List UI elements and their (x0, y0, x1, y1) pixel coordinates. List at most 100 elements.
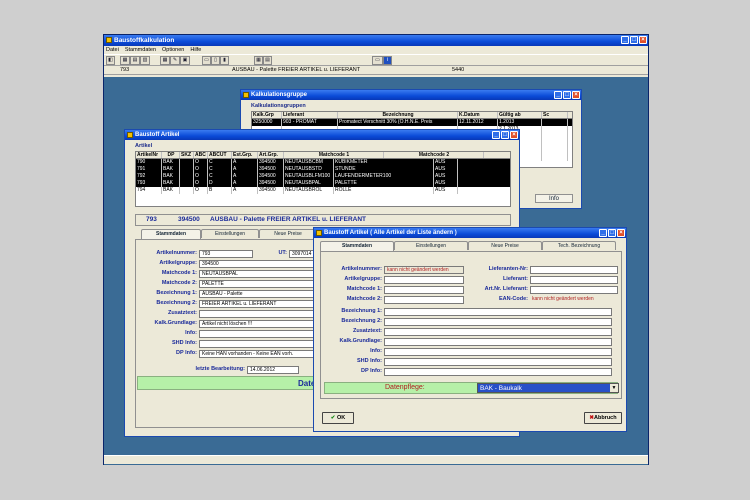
minimize-button[interactable]: _ (621, 36, 629, 44)
kalk-col-grp[interactable]: Kalk.Grp (252, 112, 282, 118)
dialog-field[interactable]: kann nicht geändert werden (384, 266, 464, 274)
table-cell: ROLLE (334, 187, 434, 194)
artikel-tab-neue-preise[interactable]: Neue Preise (259, 229, 317, 238)
toolbar-doc-icon[interactable]: ▯ (211, 56, 220, 65)
dialog-field[interactable] (384, 348, 612, 356)
toolbar-help-icon[interactable]: i (383, 56, 392, 65)
kalk-col-lieferant[interactable]: Lieferant (282, 112, 338, 118)
cancel-button[interactable]: ✖Abbruch (584, 412, 622, 424)
close-button[interactable]: × (639, 36, 647, 44)
table-cell (180, 166, 194, 173)
dialog-field[interactable] (384, 338, 612, 346)
dialog-right-field[interactable] (530, 266, 618, 274)
matchcode1-field[interactable]: NEUTAUSBPAL (199, 270, 315, 278)
cancel-label: Abbruch (593, 415, 617, 421)
kalk-minimize-button[interactable]: _ (554, 91, 562, 99)
dialog-right-field[interactable] (530, 276, 618, 284)
toolbar-list-icon[interactable]: ▤ (130, 56, 140, 65)
dialog-field[interactable] (384, 328, 612, 336)
toolbar-table-icon[interactable]: ▥ (140, 56, 150, 65)
toolbar-edit-icon[interactable]: ✎ (170, 56, 180, 65)
shd_info-field[interactable] (199, 340, 315, 348)
dialog-title-bar[interactable]: Baustoff Artikel ( Alle Artikel der List… (314, 228, 626, 238)
dialog-close-button[interactable]: × (617, 229, 625, 237)
dialog-right-field[interactable]: kann nicht geändert werden (530, 296, 618, 304)
dialog-field[interactable] (384, 286, 464, 294)
artikel-col-artgrp[interactable]: Art.Grp. (258, 152, 284, 158)
table-cell: 1.2013 (498, 119, 542, 126)
artikel-title-bar[interactable]: Baustoff Artikel _ □ × (125, 130, 519, 140)
dialog-tab-einstellungen[interactable]: Einstellungen (394, 241, 468, 250)
ok-button[interactable]: ✔ OK (322, 412, 354, 424)
table-cell: 792 (136, 173, 162, 180)
dialog-tab-stammdaten[interactable]: Stammdaten (320, 241, 394, 251)
menu-datei[interactable]: Datei (106, 46, 119, 54)
artikel-maximize-button[interactable]: □ (501, 131, 509, 139)
dialog-field[interactable] (384, 358, 612, 366)
kalk-col-gueltig[interactable]: Gültig ab (498, 112, 542, 118)
kalk-tab-info[interactable]: Info (535, 194, 573, 203)
dp_info-field[interactable]: Keine HAN vorhanden - Keine EAN vorh. (199, 350, 315, 358)
artikel-tab-einstellungen[interactable]: Einstellungen (201, 229, 259, 238)
bezeichnung2-field[interactable]: FREIER ARTIKEL u. LIEFERANT (199, 300, 315, 308)
toolbar-print-icon[interactable]: ▭ (372, 56, 383, 65)
dialog-field[interactable] (384, 308, 612, 316)
datenpflege-select[interactable]: BAK - Baukalk ▼ (477, 383, 619, 393)
bezeichnung1-field[interactable]: AUSBAU - Palette (199, 290, 315, 298)
main-title-bar[interactable]: Baustoffkalkulation _ □ × (104, 35, 648, 46)
artikel-grid[interactable]: ArtikelNr DP SKZ ABC ABCUT Est.Grp. Art.… (135, 151, 511, 207)
kalk-col-datum[interactable]: K.Datum (458, 112, 498, 118)
dialog-field[interactable] (384, 318, 612, 326)
artikel-col-matchcode1[interactable]: Matchcode 1 (284, 152, 384, 158)
artikel-col-estgrp[interactable]: Est.Grp. (232, 152, 258, 158)
toolbar-exit-icon[interactable]: ◧ (106, 56, 115, 65)
zusatztext-field[interactable] (199, 310, 315, 318)
artikel-col-dp[interactable]: DP (162, 152, 180, 158)
dialog-tab-neue-preise[interactable]: Neue Preise (468, 241, 542, 250)
artikel-col-abc[interactable]: ABC (194, 152, 208, 158)
artikel-minimize-button[interactable]: _ (492, 131, 500, 139)
dialog-field[interactable] (384, 296, 464, 304)
artikelgruppe-field[interactable]: 394500 (199, 260, 315, 268)
info-field[interactable] (199, 330, 315, 338)
table-row[interactable]: 792 BAK O C A 394500 NEUTAUSBLFM100 LAUFENDERME… (136, 173, 510, 180)
dialog-right-field[interactable] (530, 286, 618, 294)
dialog-tab-tech-bezeichnung[interactable]: Tech. Bezeichnung (542, 241, 616, 250)
table-row[interactable]: 794 BAK O B A 394500 NEUTAUSBROL ROLLE AUS (136, 187, 510, 194)
artikel-col-skz[interactable]: SKZ (180, 152, 194, 158)
artikel-close-button[interactable]: × (510, 131, 518, 139)
artikel-tab-stammdaten[interactable]: Stammdaten (141, 229, 201, 239)
artikel-col-abcut[interactable]: ABCUT (208, 152, 232, 158)
dialog-minimize-button[interactable]: _ (599, 229, 607, 237)
kalk_grundlage-field[interactable]: Artikel nicht löschen !!! (199, 320, 315, 328)
toolbar-calc2-icon[interactable]: ▤ (263, 56, 272, 65)
table-row[interactable]: 3250000 903 - PROMAT Promatect Verschnitt … (252, 119, 572, 126)
kalk-col-bezeichnung[interactable]: Bezeichnung (338, 112, 458, 118)
table-row[interactable]: 793 BAK O D A 394500 NEUTAUSBPAL PALETTE AUS (136, 180, 510, 187)
dialog-field[interactable] (384, 276, 464, 284)
kalk-col-sc[interactable]: Sc (542, 112, 568, 118)
table-row[interactable]: 791 BAK O C A 394500 NEUTAUSBSTD STUNDE AUS (136, 166, 510, 173)
toolbar-form-icon[interactable]: ▮ (220, 56, 229, 65)
dialog-field[interactable] (384, 368, 612, 376)
letzte-bearbeitung-field[interactable]: 14.06.2012 (247, 366, 299, 374)
kalk-title-bar[interactable]: Kalkulationsgruppe _ □ × (241, 90, 581, 100)
toolbar-grid-icon[interactable]: ▦ (120, 56, 130, 65)
kalk-maximize-button[interactable]: □ (563, 91, 571, 99)
matchcode2-field[interactable]: PALETTE (199, 280, 315, 288)
menu-optionen[interactable]: Optionen (162, 46, 184, 54)
artikel-col-nr[interactable]: ArtikelNr (136, 152, 162, 158)
artikelnummer-field[interactable]: 793 (199, 250, 253, 258)
toolbar-open-icon[interactable]: ▭ (202, 56, 211, 65)
kalk-close-button[interactable]: × (572, 91, 580, 99)
toolbar-calc-icon[interactable]: ▦ (254, 56, 263, 65)
artikel-col-matchcode2[interactable]: Matchcode 2 (384, 152, 484, 158)
chevron-down-icon[interactable]: ▼ (610, 384, 618, 392)
toolbar-window-icon[interactable]: ▣ (180, 56, 190, 65)
dialog-maximize-button[interactable]: □ (608, 229, 616, 237)
table-row[interactable]: 790 BAK O C A 394500 NEUTAUSBCBM KUBIKMETER AUS (136, 159, 510, 166)
maximize-button[interactable]: □ (630, 36, 638, 44)
toolbar-data-icon[interactable]: ▦ (160, 56, 170, 65)
menu-hilfe[interactable]: Hilfe (190, 46, 201, 54)
menu-stammdaten[interactable]: Stammdaten (125, 46, 156, 54)
